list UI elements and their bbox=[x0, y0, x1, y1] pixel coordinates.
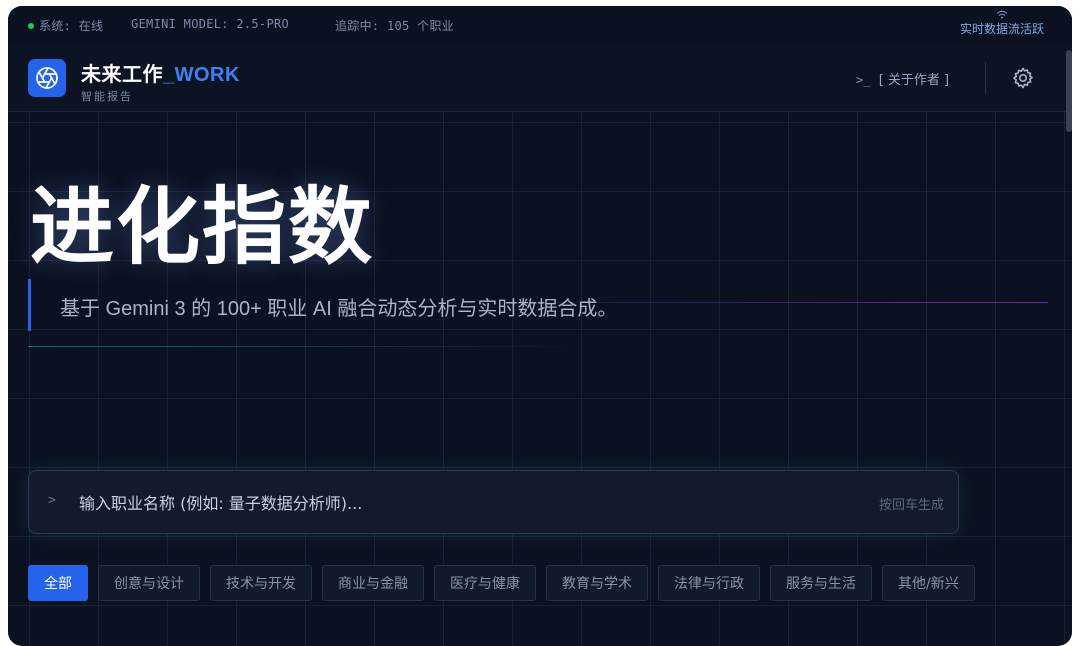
app-window: 系统: 在线 GEMINI MODEL: 2.5-PRO 追踪中: 105 个职… bbox=[8, 6, 1072, 646]
category-creative-design[interactable]: 创意与设计 bbox=[98, 565, 200, 601]
hero-subtitle: 基于 Gemini 3 的 100+ 职业 AI 融合动态分析与实时数据合成。 bbox=[60, 298, 618, 320]
chevron-right-icon: > bbox=[48, 493, 56, 508]
brand-title: 未来工作_WORK bbox=[81, 64, 240, 86]
category-business-finance[interactable]: 商业与金融 bbox=[322, 565, 424, 601]
about-author-label: [ 关于作者 ] bbox=[878, 73, 950, 88]
category-filter: 全部 创意与设计 技术与开发 商业与金融 医疗与健康 教育与学术 法律与行政 服… bbox=[28, 565, 975, 601]
system-status: 系统: 在线 bbox=[28, 17, 103, 34]
accent-line bbox=[28, 346, 588, 347]
status-bar: 系统: 在线 GEMINI MODEL: 2.5-PRO 追踪中: 105 个职… bbox=[8, 6, 1072, 45]
scrollbar[interactable] bbox=[1066, 50, 1072, 132]
gear-icon[interactable] bbox=[1011, 66, 1035, 90]
category-tech-dev[interactable]: 技术与开发 bbox=[210, 565, 312, 601]
terminal-prompt-icon: >_ bbox=[856, 73, 871, 87]
live-stream-indicator: 实时数据流活跃 bbox=[960, 10, 1044, 37]
app-header: 未来工作_WORK 智能报告 >_ [ 关于作者 ] bbox=[8, 44, 1072, 112]
wifi-icon bbox=[960, 10, 1044, 20]
category-law-admin[interactable]: 法律与行政 bbox=[658, 565, 760, 601]
job-search-box: > 按回车生成 bbox=[28, 470, 959, 534]
enter-hint: 按回车生成 bbox=[878, 498, 944, 513]
aperture-logo-icon[interactable] bbox=[28, 59, 66, 97]
hero-title: 进化指数 bbox=[30, 178, 375, 276]
category-all[interactable]: 全部 bbox=[28, 565, 88, 601]
category-service-life[interactable]: 服务与生活 bbox=[770, 565, 872, 601]
subtitle-accent-bar bbox=[28, 279, 31, 331]
brand: 未来工作_WORK 智能报告 bbox=[81, 58, 240, 104]
online-dot-icon bbox=[28, 23, 34, 29]
header-divider bbox=[985, 62, 986, 94]
live-stream-label: 实时数据流活跃 bbox=[959, 22, 1044, 36]
category-education-academic[interactable]: 教育与学术 bbox=[546, 565, 648, 601]
tracking-count: 追踪中: 105 个职业 bbox=[335, 19, 454, 33]
job-search-input[interactable] bbox=[77, 485, 781, 521]
category-other-emerging[interactable]: 其他/新兴 bbox=[882, 565, 975, 601]
model-label: GEMINI MODEL: 2.5-PRO bbox=[131, 17, 290, 31]
brand-subtitle: 智能报告 bbox=[81, 90, 133, 103]
about-author-button[interactable]: >_ [ 关于作者 ] bbox=[856, 69, 949, 88]
category-medical-health[interactable]: 医疗与健康 bbox=[434, 565, 536, 601]
